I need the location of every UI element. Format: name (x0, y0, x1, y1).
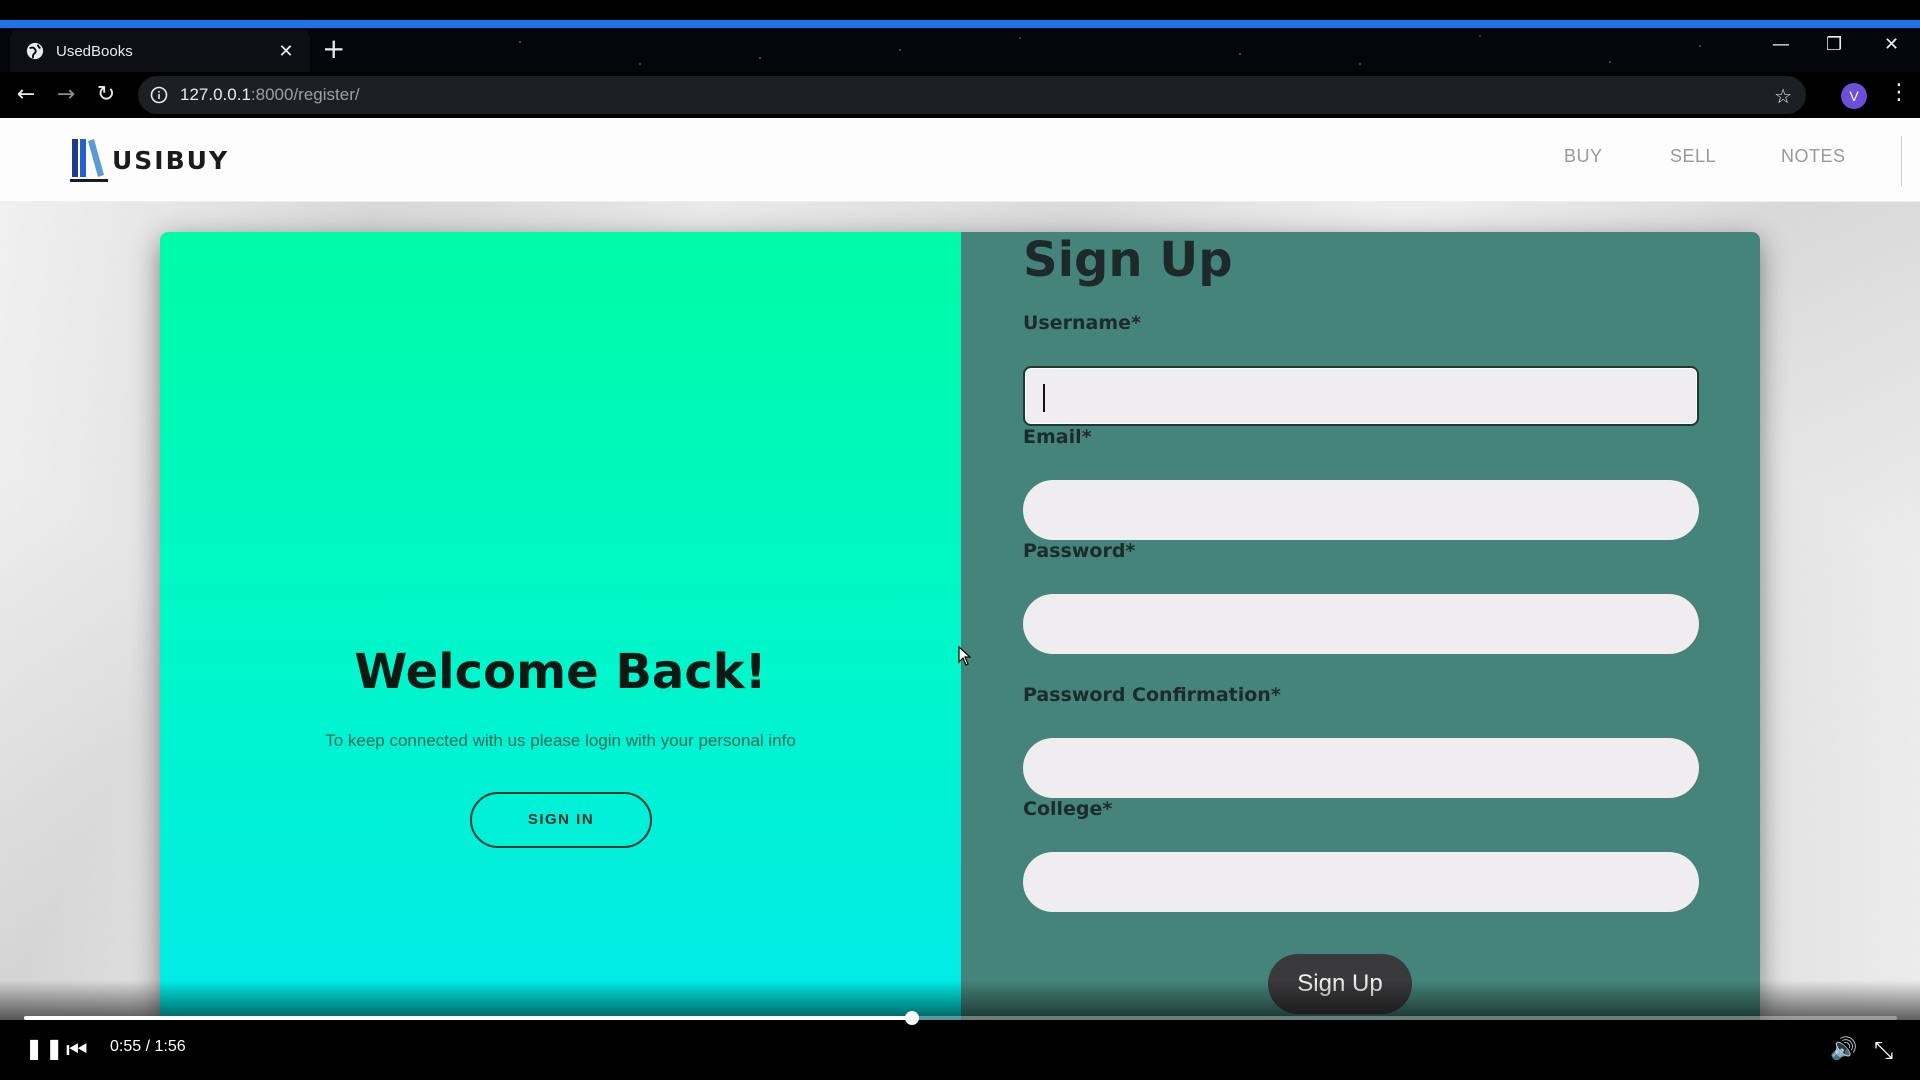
reload-icon[interactable]: ↻ (92, 81, 120, 109)
logo-text: USIBUY (112, 145, 230, 175)
signup-panel: Sign Up Username* Email* Password* Passw… (961, 232, 1760, 1020)
email-field[interactable] (1023, 480, 1699, 540)
password-field[interactable] (1023, 594, 1699, 654)
restore-icon[interactable]: ❐ (1826, 34, 1842, 55)
username-label: Username* (1023, 312, 1141, 334)
new-tab-button[interactable]: + (322, 34, 345, 64)
video-time: 0:55 / 1:56 (110, 1038, 186, 1055)
bookmark-star-icon[interactable]: ☆ (1774, 84, 1792, 109)
sign-in-button[interactable]: SIGN IN (470, 792, 652, 848)
header-divider (1901, 136, 1902, 186)
auth-card: Welcome Back! To keep connected with us … (160, 232, 1760, 1020)
window-top-bar (0, 0, 1920, 28)
video-progress-fill (24, 1016, 912, 1020)
page-background: USIBUY BUY SELL NOTES Welcome Back! To k… (0, 118, 1920, 1020)
nav-notes-link[interactable]: NOTES (1781, 146, 1846, 167)
url-path: :8000/register/ (250, 85, 360, 104)
welcome-panel: Welcome Back! To keep connected with us … (160, 232, 961, 1020)
mouse-pointer-icon (958, 646, 972, 666)
college-field[interactable] (1023, 852, 1699, 912)
video-progress-handle[interactable] (904, 1011, 919, 1025)
welcome-subtitle: To keep connected with us please login w… (325, 731, 796, 750)
text-caret (1043, 384, 1045, 412)
books-logo-icon (70, 139, 108, 182)
site-info-icon[interactable] (150, 86, 168, 104)
signup-title: Sign Up (1023, 232, 1233, 288)
minimize-icon[interactable]: — (1772, 34, 1790, 55)
password-confirmation-field[interactable] (1023, 738, 1699, 798)
url-host: 127.0.0.1 (180, 85, 251, 104)
username-field[interactable] (1023, 366, 1699, 426)
window-close-icon[interactable]: ✕ (1884, 34, 1899, 55)
password-confirmation-label: Password Confirmation* (1023, 684, 1281, 706)
college-label: College* (1023, 798, 1113, 820)
tab-title: UsedBooks (56, 42, 133, 60)
password-label: Password* (1023, 540, 1136, 562)
tab-close-icon[interactable]: ✕ (276, 41, 296, 62)
browser-menu-icon[interactable]: ⋮ (1888, 80, 1910, 105)
back-arrow-icon[interactable]: ← (12, 81, 40, 109)
video-progress-bar[interactable] (24, 1011, 1897, 1025)
email-label: Email* (1023, 426, 1092, 448)
address-bar-row: ← → ↻ 127.0.0.1:8000/register/ ☆ V ⋮ (0, 72, 1920, 118)
welcome-title: Welcome Back! (354, 644, 767, 700)
tab-strip: UsedBooks ✕ + — ❐ ✕ (0, 28, 1920, 72)
bottom-bar (0, 1060, 1920, 1080)
window-accent-strip (0, 20, 1920, 28)
globe-favicon-icon (26, 42, 44, 60)
site-header: USIBUY BUY SELL NOTES (0, 118, 1920, 202)
url-field[interactable]: 127.0.0.1:8000/register/ ☆ (138, 76, 1806, 114)
nav-sell-link[interactable]: SELL (1670, 146, 1716, 167)
forward-arrow-icon[interactable]: → (52, 81, 80, 109)
browser-tab[interactable]: UsedBooks ✕ (10, 30, 310, 72)
nav-buy-link[interactable]: BUY (1564, 146, 1603, 167)
profile-avatar[interactable]: V (1841, 83, 1867, 109)
site-logo[interactable]: USIBUY (70, 136, 229, 184)
